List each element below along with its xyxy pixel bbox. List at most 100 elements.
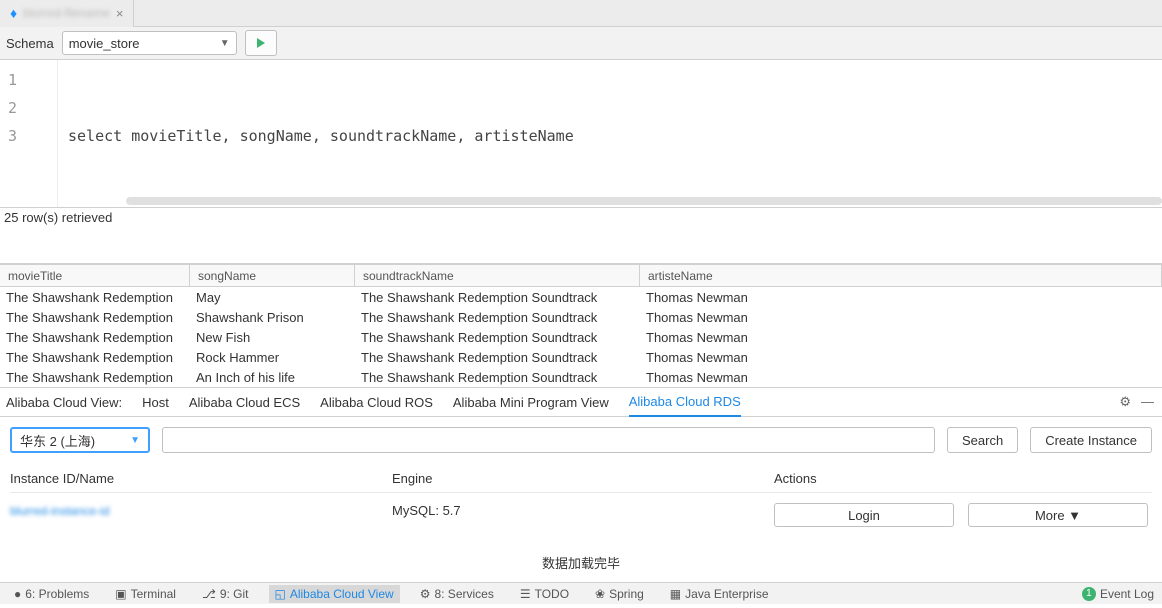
tab-miniprogram[interactable]: Alibaba Mini Program View [453,389,609,416]
schema-selected: movie_store [69,36,140,51]
gutter: 1 2 3 [0,60,58,207]
column-header[interactable]: movieTitle [0,265,190,286]
play-icon [255,37,267,49]
more-button[interactable]: More ▼ [968,503,1148,527]
rds-col-instance: Instance ID/Name [10,471,392,486]
toolbar-item[interactable]: ▣ Terminal [109,585,182,603]
horizontal-scrollbar[interactable] [126,197,1162,205]
table-row[interactable]: The Shawshank RedemptionRock HammerThe S… [0,347,1162,367]
tool-icon: ☰ [520,587,531,601]
table-cell: The Shawshank Redemption [0,310,190,325]
tool-label: TODO [535,587,569,601]
chevron-down-icon: ▼ [220,38,230,49]
tool-label: Spring [609,587,644,601]
tool-icon: ⚙ [420,587,431,601]
tool-icon: ◱ [275,587,286,601]
toolbar-item[interactable]: ❀ Spring [589,585,650,603]
cloud-view-label: Alibaba Cloud View: [6,395,122,410]
table-row[interactable]: The Shawshank RedemptionAn Inch of his l… [0,367,1162,387]
tool-label: Terminal [131,587,176,601]
tool-label: Alibaba Cloud View [290,587,394,601]
spacer [0,230,1162,264]
code-line: from movie, song, soundtrack, artiste, s… [68,206,1152,207]
column-header[interactable]: soundtrackName [355,265,640,286]
table-cell: The Shawshank Redemption [0,290,190,305]
column-header[interactable]: songName [190,265,355,286]
region-select[interactable]: 华东 2 (上海) ▼ [10,427,150,453]
db-icon: ♦ [10,5,17,21]
tool-icon: ❀ [595,587,605,601]
tab-rds[interactable]: Alibaba Cloud RDS [629,388,741,417]
status-bar: 25 row(s) retrieved [0,208,1162,230]
table-cell: Thomas Newman [640,310,1162,325]
instance-link[interactable]: blurred-instance-id [10,504,109,518]
table-cell: Thomas Newman [640,330,1162,345]
line-number: 3 [0,122,57,150]
toolbar-item[interactable]: ⚙8: Services [414,585,500,603]
table-row[interactable]: The Shawshank RedemptionShawshank Prison… [0,307,1162,327]
table-row[interactable]: The Shawshank RedemptionMayThe Shawshank… [0,287,1162,307]
file-tab[interactable]: ♦ blurred-filename × [0,0,134,27]
table-cell: New Fish [190,330,355,345]
tool-label: 6: Problems [25,587,89,601]
tool-label: 9: Git [220,587,249,601]
table-cell: The Shawshank Redemption [0,350,190,365]
rds-col-actions: Actions [774,471,1152,486]
column-header[interactable]: artisteName [640,265,1162,286]
bottom-toolbar: ● 6: Problems ▣ Terminal ⎇ 9: Git ◱ Alibaba Clo… [0,582,1162,604]
create-instance-button[interactable]: Create Instance [1030,427,1152,453]
toolbar-item[interactable]: ▦Java Enterprise [664,585,775,603]
toolbar-item[interactable]: ◱ Alibaba Cloud View [269,585,400,603]
tool-label: 8: Services [434,587,493,601]
tool-icon: ▦ [670,587,681,601]
cloud-view-tabs: Alibaba Cloud View: Host Alibaba Cloud E… [0,387,1162,417]
schema-bar: Schema movie_store ▼ [0,27,1162,60]
table-cell: Thomas Newman [640,290,1162,305]
chevron-down-icon: ▼ [130,435,140,446]
table-cell: The Shawshank Redemption Soundtrack [355,330,640,345]
tab-host[interactable]: Host [142,389,169,416]
tab-ecs[interactable]: Alibaba Cloud ECS [189,389,300,416]
tab-bar: ♦ blurred-filename × [0,0,1162,27]
code-line: select movieTitle, songName, soundtrackN… [68,122,1152,150]
table-cell: The Shawshank Redemption Soundtrack [355,310,640,325]
toolbar-item[interactable]: ☰ TODO [514,585,575,603]
schema-select[interactable]: movie_store ▼ [62,31,237,55]
table-cell: An Inch of his life [190,370,355,385]
line-number: 1 [0,66,57,94]
run-button[interactable] [245,30,277,56]
minimize-icon[interactable]: — [1141,394,1154,410]
search-input[interactable] [162,427,935,453]
gear-icon[interactable]: ⚙ [1119,394,1131,410]
rds-table-row: blurred-instance-id MySQL: 5.7 Login Mor… [10,493,1152,547]
toolbar-item[interactable]: ● 6: Problems [8,585,95,603]
table-cell: Thomas Newman [640,370,1162,385]
table-cell: The Shawshank Redemption Soundtrack [355,290,640,305]
table-cell: May [190,290,355,305]
table-cell: The Shawshank Redemption [0,330,190,345]
load-status: 数据加载完毕 [10,547,1152,572]
schema-label: Schema [6,36,54,51]
search-button[interactable]: Search [947,427,1018,453]
rds-col-engine: Engine [392,471,774,486]
region-selected: 华东 2 (上海) [20,431,95,450]
sql-editor[interactable]: 1 2 3 select movieTitle, songName, sound… [0,60,1162,208]
results-body: The Shawshank RedemptionMayThe Shawshank… [0,287,1162,387]
tool-icon: ▣ [115,587,126,601]
tool-icon: ⎇ [202,587,216,601]
tool-icon: ● [14,587,21,601]
close-icon[interactable]: × [116,6,124,21]
table-row[interactable]: The Shawshank RedemptionNew FishThe Shaw… [0,327,1162,347]
table-cell: Shawshank Prison [190,310,355,325]
toolbar-item[interactable]: ⎇ 9: Git [196,585,255,603]
results-header: movieTitle songName soundtrackName artis… [0,264,1162,287]
code-area[interactable]: select movieTitle, songName, soundtrackN… [58,60,1162,207]
login-button[interactable]: Login [774,503,954,527]
event-log-label: Event Log [1100,587,1154,601]
table-cell: The Shawshank Redemption Soundtrack [355,350,640,365]
table-cell: Rock Hammer [190,350,355,365]
event-log[interactable]: 1 Event Log [1082,587,1154,601]
tab-ros[interactable]: Alibaba Cloud ROS [320,389,433,416]
file-tab-label: blurred-filename [23,6,110,20]
rds-panel: 华东 2 (上海) ▼ Search Create Instance Insta… [0,417,1162,582]
